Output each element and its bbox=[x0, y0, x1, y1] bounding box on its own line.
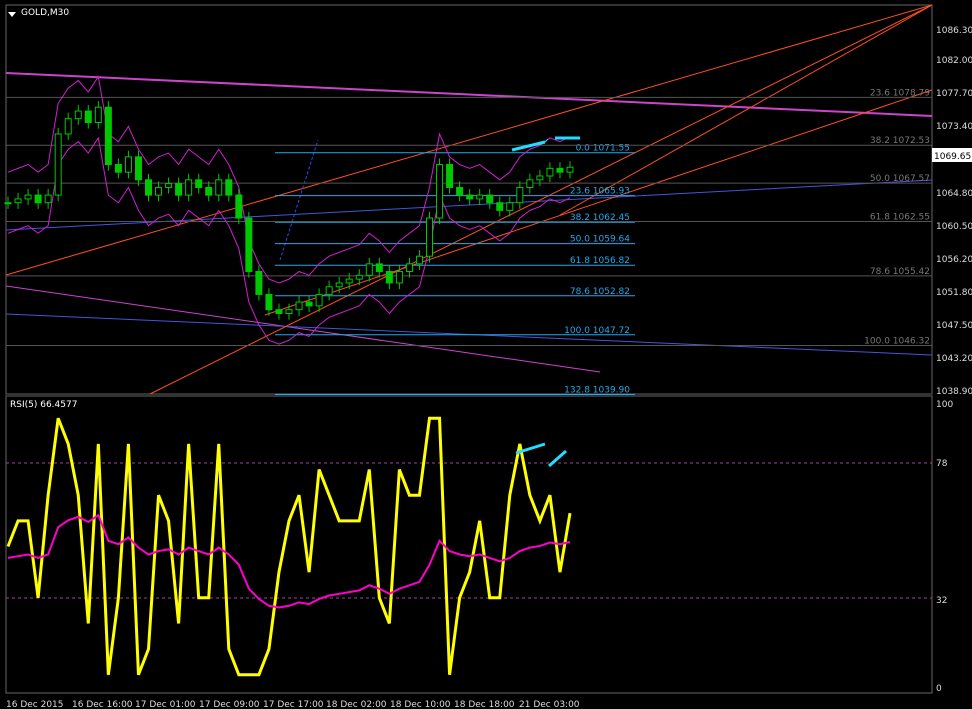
candle bbox=[426, 217, 433, 257]
candle bbox=[335, 282, 343, 288]
candle bbox=[355, 274, 363, 280]
candle bbox=[54, 133, 62, 196]
candle bbox=[114, 164, 122, 173]
symbol-label: GOLD,M30 bbox=[21, 8, 69, 18]
candle bbox=[395, 270, 403, 284]
candle bbox=[315, 293, 323, 307]
fib-right-label: 50.0 1067.57 bbox=[870, 174, 930, 184]
candle bbox=[325, 286, 333, 295]
candle bbox=[185, 179, 193, 196]
candle bbox=[165, 183, 173, 188]
candle bbox=[14, 198, 22, 204]
candle bbox=[506, 202, 514, 211]
candle bbox=[225, 179, 233, 196]
candle bbox=[295, 301, 303, 311]
candle bbox=[265, 293, 273, 311]
candle bbox=[34, 194, 42, 204]
candle bbox=[345, 278, 353, 284]
candle bbox=[255, 270, 263, 295]
time-tick: 17 Dec 09:00 bbox=[199, 700, 260, 709]
price-tick: 1043.20 bbox=[936, 354, 972, 364]
time-tick: 18 Dec 10:00 bbox=[390, 700, 451, 709]
candle bbox=[124, 156, 132, 173]
price-tick: 1086.30 bbox=[936, 26, 972, 36]
candle bbox=[44, 194, 52, 204]
time-tick: 16 Dec 16:00 bbox=[72, 700, 133, 709]
time-tick: 17 Dec 01:00 bbox=[135, 700, 196, 709]
rsi-tick: 32 bbox=[936, 596, 947, 606]
candle bbox=[134, 156, 142, 181]
candle bbox=[64, 118, 72, 135]
time-tick: 18 Dec 18:00 bbox=[454, 700, 515, 709]
price-tick: 1060.50 bbox=[936, 222, 972, 232]
rsi-label: RSI(5) 66.4577 bbox=[10, 400, 77, 410]
candle bbox=[74, 110, 82, 120]
candle bbox=[405, 263, 413, 272]
rsi-tick: 100 bbox=[936, 400, 953, 410]
candle bbox=[415, 255, 423, 265]
candle bbox=[546, 167, 554, 177]
candle bbox=[516, 186, 524, 204]
fib-right-label: 61.8 1062.55 bbox=[870, 212, 930, 222]
fib-right-label: 23.6 1078.79 bbox=[870, 88, 930, 98]
candle bbox=[526, 179, 534, 188]
time-tick: 18 Dec 02:00 bbox=[326, 700, 387, 709]
candle bbox=[566, 166, 574, 173]
price-tick: 1056.20 bbox=[936, 255, 972, 265]
fib-label: 132.8 1039.90 bbox=[564, 385, 630, 395]
candle bbox=[536, 175, 544, 181]
candle bbox=[155, 186, 163, 196]
candle bbox=[275, 309, 283, 315]
candle bbox=[556, 167, 564, 173]
fib-label: 61.8 1056.82 bbox=[570, 256, 630, 266]
fib-right-label: 78.6 1055.42 bbox=[870, 267, 930, 277]
fib-label: 23.6 1065.93 bbox=[570, 187, 630, 197]
price-tick: 1082.00 bbox=[936, 56, 972, 66]
candle bbox=[496, 202, 504, 211]
candle bbox=[446, 164, 454, 188]
price-tick: 1077.70 bbox=[936, 89, 972, 99]
candle bbox=[205, 186, 213, 196]
fib-right-label: 100.0 1046.32 bbox=[864, 336, 930, 346]
candle bbox=[285, 309, 293, 315]
price-tick: 1073.40 bbox=[936, 122, 972, 132]
time-tick: 21 Dec 03:00 bbox=[519, 700, 580, 709]
time-axis: 16 Dec 2015 16 Dec 16:00 17 Dec 01:00 17… bbox=[6, 700, 580, 709]
candle bbox=[24, 194, 32, 200]
fib-label: 50.0 1059.64 bbox=[570, 235, 630, 245]
candle bbox=[195, 179, 203, 188]
candle bbox=[94, 106, 102, 124]
trading-chart[interactable]: GOLD,M30 RSI(5) 66.4577 1086.30 1082.00 … bbox=[0, 0, 972, 709]
candle bbox=[84, 110, 92, 124]
candle bbox=[466, 194, 474, 200]
fib-right-label: 38.2 1072.53 bbox=[870, 136, 930, 146]
rsi-tick: 0 bbox=[936, 684, 942, 694]
price-tick: 1047.50 bbox=[936, 321, 972, 331]
candle bbox=[436, 164, 444, 219]
price-tick: 1051.80 bbox=[936, 288, 972, 298]
candle bbox=[245, 217, 253, 272]
candle bbox=[145, 179, 152, 196]
last-price-label: 1069.65 bbox=[934, 152, 971, 162]
candle bbox=[175, 183, 183, 196]
candle bbox=[456, 186, 464, 196]
candle bbox=[305, 301, 313, 307]
candle bbox=[486, 194, 494, 204]
time-tick: 17 Dec 17:00 bbox=[263, 700, 324, 709]
candle bbox=[104, 106, 112, 166]
fib-label: 100.0 1047.72 bbox=[564, 326, 630, 336]
price-tick: 1064.80 bbox=[936, 189, 972, 199]
candle bbox=[4, 202, 12, 205]
candle bbox=[385, 270, 393, 284]
candle bbox=[476, 194, 484, 200]
candle bbox=[235, 194, 243, 219]
rsi-tick: 78 bbox=[936, 459, 948, 469]
fib-label: 78.6 1052.82 bbox=[570, 287, 630, 297]
price-tick: 1038.90 bbox=[936, 387, 972, 397]
candle bbox=[375, 263, 383, 272]
candle bbox=[215, 179, 223, 196]
candle bbox=[365, 263, 373, 276]
time-tick: 16 Dec 2015 bbox=[6, 700, 64, 709]
